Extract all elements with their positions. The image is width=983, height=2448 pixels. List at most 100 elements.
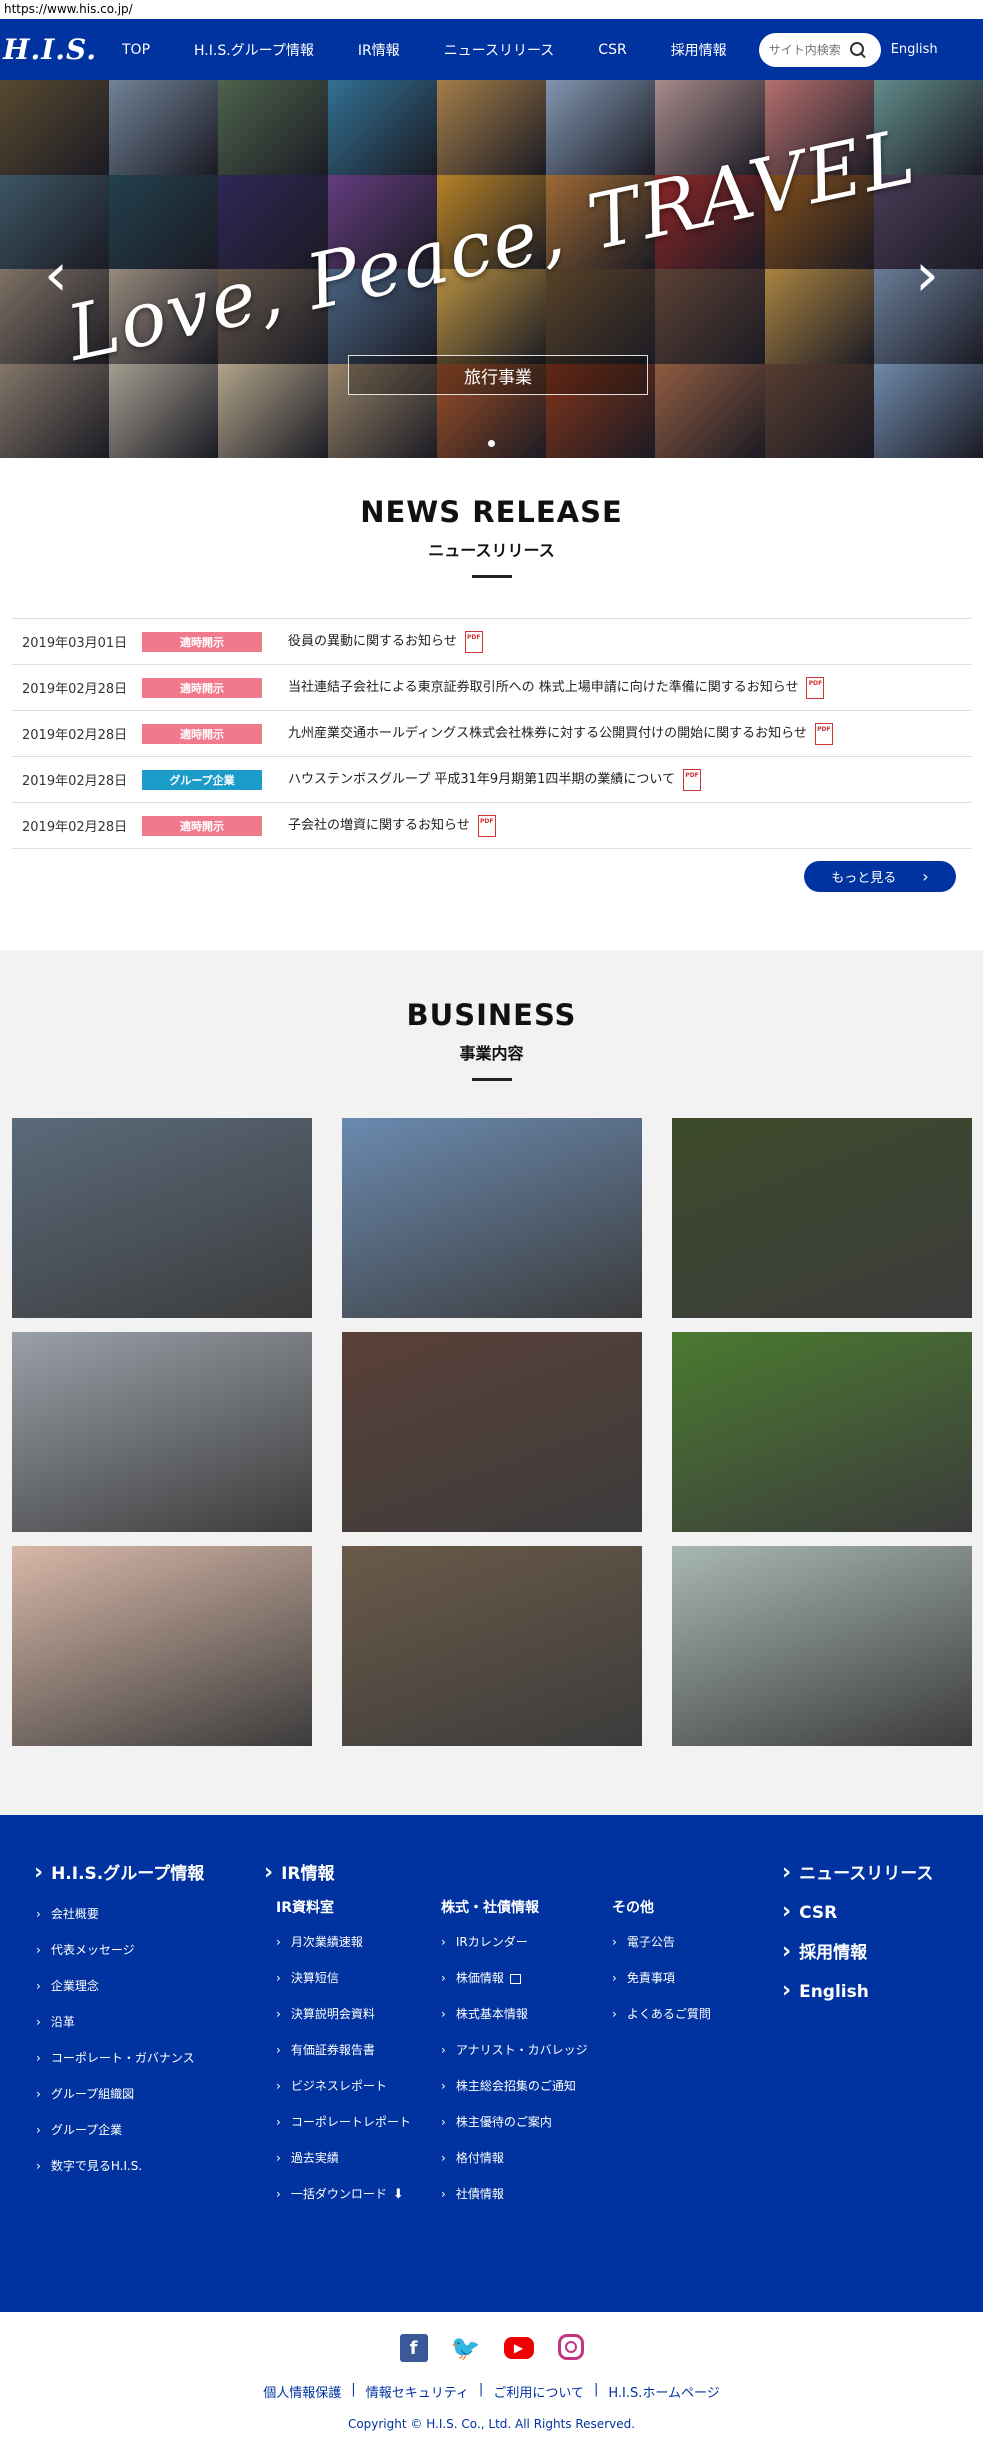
- bus-image[interactable]: [12, 1332, 312, 1532]
- search-icon[interactable]: [849, 41, 867, 59]
- nav-csr[interactable]: CSR: [576, 42, 648, 58]
- footer-link-label[interactable]: 株主優待のご案内: [456, 2115, 552, 2129]
- news-title[interactable]: ハウステンボスグループ 平成31年9月期第1四半期の業績について: [288, 768, 702, 791]
- footer-link[interactable]: ビジネスレポート: [276, 2077, 411, 2094]
- hotel-robot-image[interactable]: [672, 1118, 972, 1318]
- footer-link-label[interactable]: 決算短信: [291, 1971, 339, 1985]
- facebook-icon[interactable]: f: [399, 2334, 428, 2362]
- footer-link[interactable]: 免責事項: [612, 1969, 711, 1986]
- footer-link-label[interactable]: 月次業績速報: [291, 1935, 363, 1949]
- footer-link-label[interactable]: 株主総会招集のご通知: [456, 2079, 576, 2093]
- heart-hands-image[interactable]: [12, 1546, 312, 1746]
- carousel-dot[interactable]: [488, 440, 495, 447]
- laptops-desk-image[interactable]: [342, 1546, 642, 1746]
- nav-news[interactable]: ニュースリリース: [422, 40, 577, 60]
- footer-link[interactable]: 沿革: [36, 2013, 204, 2030]
- footer-news-link[interactable]: ニュースリリース: [782, 1859, 933, 1885]
- footer-link-label[interactable]: 免責事項: [627, 1971, 675, 1985]
- footer-link-label[interactable]: 一括ダウンロード: [291, 2187, 387, 2201]
- footer-link[interactable]: 格付情報: [441, 2149, 588, 2166]
- pdf-icon[interactable]: [477, 814, 496, 837]
- footer-link[interactable]: よくあるご質問: [612, 2005, 711, 2022]
- footer-link[interactable]: コーポレート・ガバナンス: [36, 2049, 204, 2066]
- nav-ir[interactable]: IR情報: [336, 40, 422, 60]
- footer-link[interactable]: 企業理念: [36, 1977, 204, 1994]
- footer-link-label[interactable]: 株価情報: [456, 1971, 504, 1985]
- footer-link[interactable]: 株主優待のご案内: [441, 2113, 588, 2130]
- news-title-text[interactable]: ハウステンボスグループ 平成31年9月期第1四半期の業績について: [288, 772, 675, 787]
- footer-link-label[interactable]: グループ組織図: [51, 2087, 134, 2101]
- footer-link[interactable]: グループ組織図: [36, 2085, 204, 2102]
- youtube-icon[interactable]: ▶: [503, 2337, 534, 2359]
- pdf-icon[interactable]: [806, 676, 825, 699]
- footer-link[interactable]: IRカレンダー: [441, 1933, 588, 1950]
- news-title-text[interactable]: 子会社の増資に関するお知らせ: [288, 818, 470, 833]
- footer-link-label[interactable]: 企業理念: [51, 1979, 99, 1993]
- footer-link-label[interactable]: コーポレートレポート: [291, 2115, 411, 2129]
- footer-link[interactable]: 会社概要: [36, 1905, 204, 1922]
- footer-link-label[interactable]: 代表メッセージ: [51, 1943, 135, 1957]
- news-title-text[interactable]: 当社連結子会社による東京証券取引所への 株式上場申請に向けた準備に関するお知らせ: [288, 680, 798, 695]
- footer-link-label[interactable]: ビジネスレポート: [291, 2079, 387, 2093]
- footer-link[interactable]: 株主総会招集のご通知: [441, 2077, 588, 2094]
- robot-arm-image[interactable]: [342, 1332, 642, 1532]
- footer-link[interactable]: 決算説明会資料: [276, 2005, 411, 2022]
- footer-recruit-link[interactable]: 採用情報: [782, 1938, 933, 1964]
- news-item[interactable]: 2019年03月01日 適時開示 役員の異動に関するお知らせ: [12, 619, 971, 665]
- footer-link[interactable]: 電子公告: [612, 1933, 711, 1950]
- footer-link-label[interactable]: 数字で見るH.I.S.: [51, 2159, 142, 2173]
- instagram-icon[interactable]: [557, 2334, 584, 2360]
- footer-link[interactable]: 有価証券報告書: [276, 2041, 411, 2058]
- pdf-icon[interactable]: [814, 722, 833, 745]
- footer-link-label[interactable]: 沿革: [51, 2015, 75, 2029]
- footer-link-label[interactable]: アナリスト・カバレッジ: [456, 2043, 588, 2057]
- footer-link-label[interactable]: 有価証券報告書: [291, 2043, 375, 2057]
- nav-recruit[interactable]: 採用情報: [649, 40, 749, 60]
- footer-link[interactable]: 月次業績速報: [276, 1933, 411, 1950]
- footer-link[interactable]: 過去実績: [276, 2149, 411, 2166]
- news-title[interactable]: 九州産業交通ホールディングス株式会社株券に対する公開買付けの開始に関するお知らせ: [288, 722, 833, 745]
- his-home-link[interactable]: H.I.S.ホームページ: [608, 2382, 719, 2401]
- footer-link-label[interactable]: グループ企業: [51, 2123, 122, 2137]
- footer-link[interactable]: 代表メッセージ: [36, 1941, 204, 1958]
- footer-link-label[interactable]: 会社概要: [51, 1907, 99, 1921]
- footer-link-label[interactable]: よくあるご質問: [627, 2007, 711, 2021]
- hero-category-label[interactable]: 旅行事業: [348, 355, 648, 395]
- footer-group-heading[interactable]: H.I.S.グループ情報: [34, 1859, 204, 1885]
- nav-top[interactable]: TOP: [100, 42, 172, 58]
- carousel-next-icon[interactable]: ›: [907, 240, 947, 310]
- windmill-tulip-image[interactable]: [342, 1118, 642, 1318]
- footer-link[interactable]: アナリスト・カバレッジ: [441, 2041, 588, 2058]
- news-item[interactable]: 2019年02月28日 グループ企業 ハウステンボスグループ 平成31年9月期第…: [12, 757, 971, 803]
- english-link[interactable]: English: [891, 42, 938, 57]
- news-item[interactable]: 2019年02月28日 適時開示 子会社の増資に関するお知らせ: [12, 803, 971, 849]
- news-item[interactable]: 2019年02月28日 適時開示 九州産業交通ホールディングス株式会社株券に対す…: [12, 711, 971, 757]
- footer-link-label[interactable]: 社債情報: [456, 2187, 504, 2201]
- news-title[interactable]: 役員の異動に関するお知らせ: [288, 630, 483, 653]
- privacy-link[interactable]: 個人情報保護: [263, 2382, 341, 2401]
- footer-link[interactable]: コーポレートレポート: [276, 2113, 411, 2130]
- footer-link-label[interactable]: 決算説明会資料: [291, 2007, 375, 2021]
- footer-english-link[interactable]: English: [782, 1978, 933, 2003]
- traveler-image[interactable]: [12, 1118, 312, 1318]
- news-title[interactable]: 当社連結子会社による東京証券取引所への 株式上場申請に向けた準備に関するお知らせ: [288, 676, 825, 699]
- his-logo[interactable]: H.I.S.: [0, 19, 100, 80]
- news-title-text[interactable]: 九州産業交通ホールディングス株式会社株券に対する公開買付けの開始に関するお知らせ: [288, 726, 807, 741]
- footer-ir-heading[interactable]: IR情報: [264, 1859, 334, 1885]
- map-airplane-image[interactable]: [672, 1546, 972, 1746]
- footer-link[interactable]: 一括ダウンロード ⬇: [276, 2185, 411, 2202]
- carousel-prev-icon[interactable]: ‹: [36, 240, 76, 310]
- news-item[interactable]: 2019年02月28日 適時開示 当社連結子会社による東京証券取引所への 株式上…: [12, 665, 971, 711]
- twitter-icon[interactable]: 🐦: [451, 2334, 481, 2362]
- terms-link[interactable]: ご利用について: [493, 2382, 584, 2401]
- footer-link-label[interactable]: 過去実績: [291, 2151, 339, 2165]
- footer-link[interactable]: 株価情報: [441, 1969, 588, 1986]
- footer-link[interactable]: 株式基本情報: [441, 2005, 588, 2022]
- nav-group-info[interactable]: H.I.S.グループ情報: [172, 40, 336, 60]
- footer-link[interactable]: グループ企業: [36, 2121, 204, 2138]
- footer-link-label[interactable]: 電子公告: [627, 1935, 675, 1949]
- footer-link-label[interactable]: コーポレート・ガバナンス: [51, 2051, 195, 2065]
- pdf-icon[interactable]: [683, 768, 702, 791]
- pdf-icon[interactable]: [464, 630, 483, 653]
- footer-link-label[interactable]: 格付情報: [456, 2151, 504, 2165]
